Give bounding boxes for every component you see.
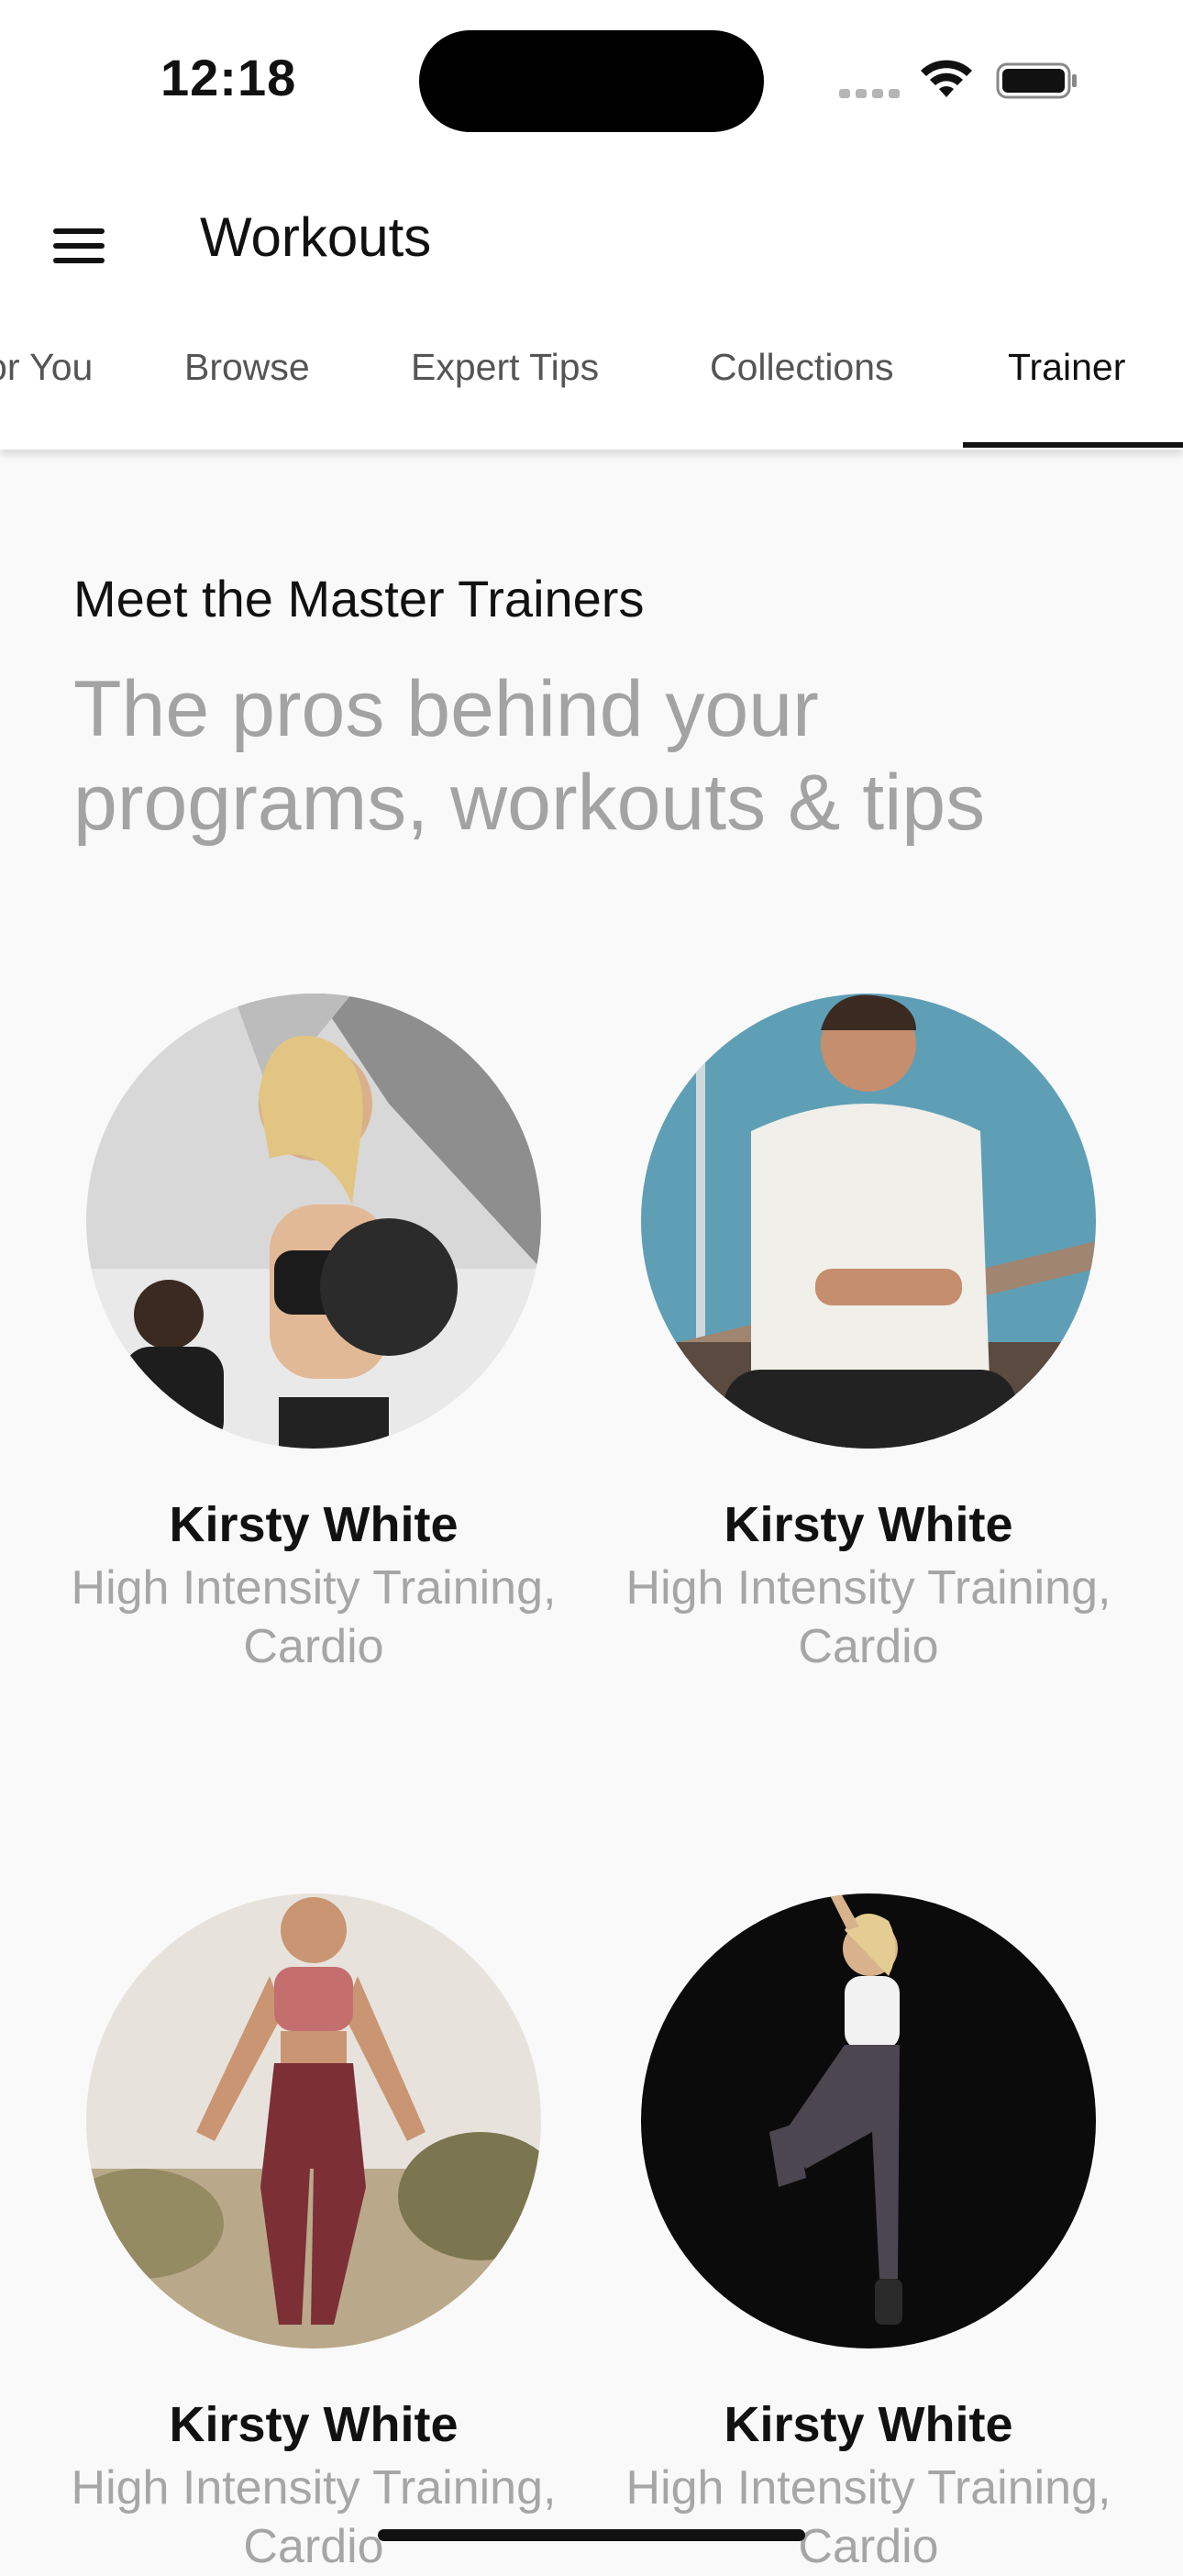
dynamic-island bbox=[419, 30, 764, 132]
trainer-card[interactable]: Kirsty White High Intensity Training, Ca… bbox=[612, 994, 1125, 1676]
trainer-card[interactable]: Kirsty White High Intensity Training, Ca… bbox=[612, 1893, 1125, 2576]
hamburger-menu-icon[interactable] bbox=[44, 211, 114, 281]
home-indicator[interactable] bbox=[378, 2529, 805, 2541]
trainer-photo[interactable] bbox=[86, 1893, 541, 2348]
tab-bar: For You Browse Expert Tips Collections T… bbox=[0, 316, 1183, 450]
battery-icon bbox=[996, 62, 1077, 99]
wifi-icon bbox=[921, 60, 972, 97]
trainer-photo[interactable] bbox=[641, 1893, 1096, 2348]
page-title: Workouts bbox=[200, 206, 432, 268]
app-bar: Workouts For You Browse Expert Tips Coll… bbox=[0, 174, 1183, 450]
trainer-card[interactable]: Kirsty White High Intensity Training, Ca… bbox=[57, 1893, 570, 2576]
trainer-specialty: High Intensity Training, Cardio bbox=[71, 2461, 557, 2573]
active-tab-indicator bbox=[963, 442, 1183, 448]
trainer-specialty: High Intensity Training, Cardio bbox=[625, 1561, 1111, 1673]
tab-browse[interactable]: Browse bbox=[184, 346, 310, 389]
tab-expert-tips[interactable]: Expert Tips bbox=[411, 346, 599, 389]
tab-trainer[interactable]: Trainer bbox=[1008, 346, 1125, 389]
trainer-name: Kirsty White bbox=[724, 1497, 1013, 1552]
cellular-signal-icon bbox=[839, 86, 905, 103]
tab-for-you[interactable]: For You bbox=[0, 346, 93, 389]
trainer-name: Kirsty White bbox=[169, 2397, 459, 2452]
section-subheading: The pros behind your programs, workouts … bbox=[73, 665, 986, 847]
section-heading: Meet the Master Trainers bbox=[73, 570, 645, 627]
tab-collections[interactable]: Collections bbox=[710, 346, 894, 389]
status-time: 12:18 bbox=[160, 49, 297, 106]
trainer-card[interactable]: Kirsty White High Intensity Training, Ca… bbox=[57, 994, 570, 1676]
trainer-specialty: High Intensity Training, Cardio bbox=[625, 2461, 1111, 2573]
trainer-specialty: High Intensity Training, Cardio bbox=[71, 1561, 557, 1673]
status-bar: 12:18 bbox=[0, 0, 1183, 174]
trainer-photo[interactable] bbox=[641, 994, 1096, 1449]
trainer-name: Kirsty White bbox=[169, 1497, 459, 1552]
trainer-photo[interactable] bbox=[86, 994, 541, 1449]
trainer-name: Kirsty White bbox=[724, 2397, 1013, 2452]
